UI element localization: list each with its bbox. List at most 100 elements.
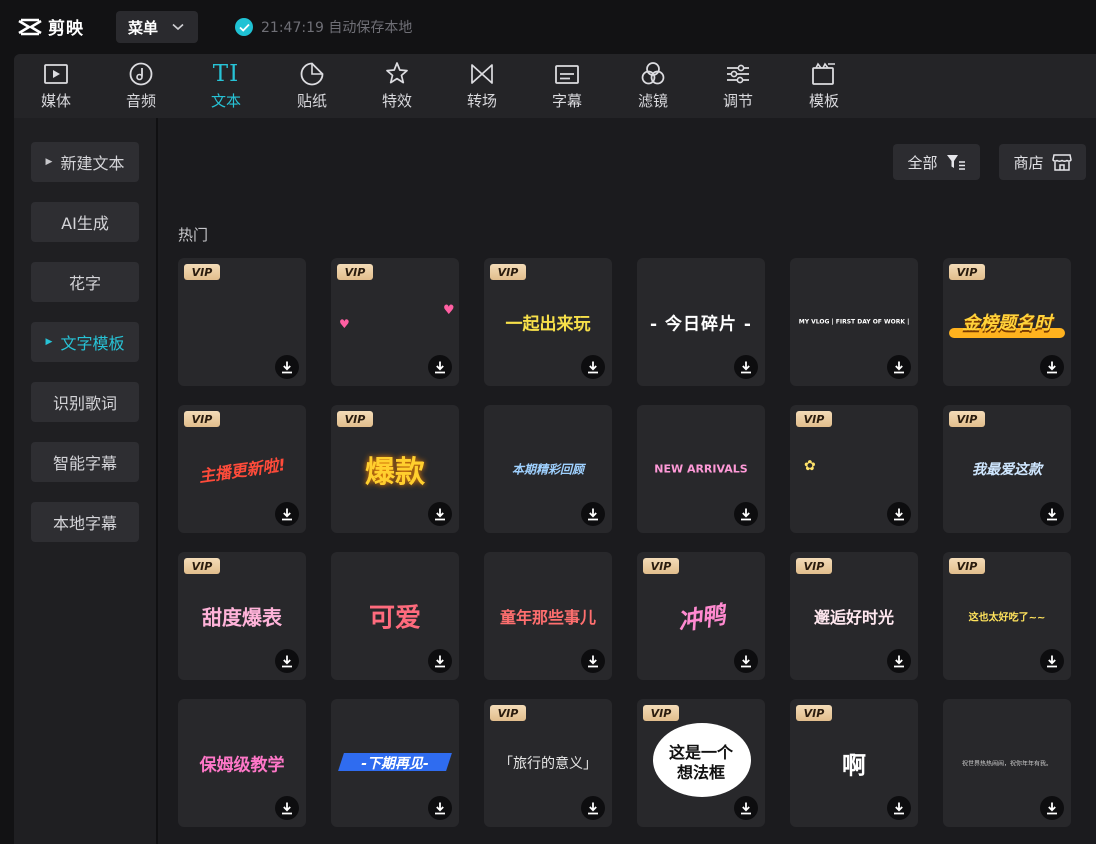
tab-label: 音频 bbox=[125, 92, 156, 110]
download-icon bbox=[435, 802, 445, 815]
tab-filter[interactable]: 滤镜 bbox=[613, 54, 693, 118]
template-preview-text: 我最爱这款 bbox=[972, 462, 1042, 478]
text-template-card[interactable]: -下期再见- bbox=[331, 699, 459, 827]
menu-label: 菜单 bbox=[128, 18, 159, 37]
tab-audio[interactable]: 音频 bbox=[101, 54, 181, 118]
tab-media[interactable]: 媒体 bbox=[16, 54, 96, 118]
tab-template[interactable]: 模板 bbox=[784, 54, 864, 118]
text-template-card[interactable]: - 今日碎片 - bbox=[637, 258, 765, 386]
text-template-card[interactable]: 金榜题名时 VIP bbox=[943, 258, 1071, 386]
text-template-card[interactable]: 这是一个想法框 VIP bbox=[637, 699, 765, 827]
download-icon bbox=[588, 802, 598, 815]
download-button[interactable] bbox=[428, 649, 452, 673]
tab-label: 转场 bbox=[466, 92, 497, 110]
store-label: 商店 bbox=[1013, 153, 1044, 172]
main-panel: 媒体 音频 TI 文本 贴纸 特效 转场 字幕 滤镜 调节 模板 ▶ 新建文本 AI生成花字 ▶ 文字模板识… bbox=[14, 54, 1096, 844]
text-template-card[interactable]: 这也太好吃了~~ VIP bbox=[943, 552, 1071, 680]
text-template-card[interactable]: 祝世界热热闹闹，祝你年年有我。 bbox=[943, 699, 1071, 827]
text-template-card[interactable]: 我最爱这款 VIP bbox=[943, 405, 1071, 533]
download-button[interactable] bbox=[887, 649, 911, 673]
menu-button[interactable]: 菜单 bbox=[116, 11, 198, 43]
download-button[interactable] bbox=[1040, 649, 1064, 673]
download-button[interactable] bbox=[1040, 502, 1064, 526]
text-template-card[interactable]: 冲鸭 VIP bbox=[637, 552, 765, 680]
section-title-hot: 热门 bbox=[178, 226, 209, 244]
template-preview-text: 一起出来玩 bbox=[505, 314, 591, 335]
download-button[interactable] bbox=[581, 502, 605, 526]
download-button[interactable] bbox=[581, 649, 605, 673]
download-icon bbox=[435, 508, 445, 521]
download-icon bbox=[282, 361, 292, 374]
vip-badge: VIP bbox=[184, 411, 220, 427]
text-template-card[interactable]: NEW ARRIVALS bbox=[637, 405, 765, 533]
tab-subtitle[interactable]: 字幕 bbox=[527, 54, 607, 118]
text-template-card[interactable]: VIP bbox=[178, 258, 306, 386]
template-content: 全部 商店 热门 VIP ♥ ♥ VIP 一起出来玩 VIP - 今日碎片 - MY VLOG… bbox=[160, 118, 1096, 844]
download-button[interactable] bbox=[1040, 355, 1064, 379]
text-template-card[interactable]: 爆款 VIP bbox=[331, 405, 459, 533]
template-preview-text: 「旅行的意义」 bbox=[499, 756, 597, 772]
download-button[interactable] bbox=[887, 355, 911, 379]
tab-effects[interactable]: 特效 bbox=[357, 54, 437, 118]
template-preview-text: 爆款 bbox=[365, 455, 425, 490]
download-button[interactable] bbox=[734, 502, 758, 526]
download-button[interactable] bbox=[275, 355, 299, 379]
text-template-card[interactable]: 甜度爆表 VIP bbox=[178, 552, 306, 680]
template-preview-text: 啊 bbox=[842, 751, 866, 780]
download-button[interactable] bbox=[428, 796, 452, 820]
template-preview-text: 这是一个想法框 bbox=[668, 743, 733, 782]
download-button[interactable] bbox=[581, 796, 605, 820]
download-button[interactable] bbox=[275, 796, 299, 820]
text-template-card[interactable]: 可爱 bbox=[331, 552, 459, 680]
sidebar-item[interactable]: ▶ 新建文本 bbox=[31, 142, 139, 182]
download-icon bbox=[1047, 655, 1057, 668]
text-template-card[interactable]: ✿ VIP bbox=[790, 405, 918, 533]
sidebar-item[interactable]: AI生成 bbox=[31, 202, 139, 242]
download-icon bbox=[282, 655, 292, 668]
app-logo: 剪映 bbox=[18, 14, 84, 39]
download-icon bbox=[1047, 508, 1057, 521]
download-button[interactable] bbox=[734, 355, 758, 379]
tab-adjust[interactable]: 调节 bbox=[698, 54, 778, 118]
download-button[interactable] bbox=[275, 502, 299, 526]
sidebar-item[interactable]: ▶ 文字模板 bbox=[31, 322, 139, 362]
download-button[interactable] bbox=[581, 355, 605, 379]
text-template-card[interactable]: 「旅行的意义」 VIP bbox=[484, 699, 612, 827]
download-button[interactable] bbox=[887, 796, 911, 820]
sidebar-item[interactable]: 本地字幕 bbox=[31, 502, 139, 542]
check-icon bbox=[235, 18, 253, 36]
download-button[interactable] bbox=[428, 502, 452, 526]
text-template-card[interactable]: ♥ ♥ VIP bbox=[331, 258, 459, 386]
template-preview-text: 主播更新啦! bbox=[197, 455, 287, 486]
sidebar-item[interactable]: 识别歌词 bbox=[31, 382, 139, 422]
download-icon bbox=[435, 361, 445, 374]
text-template-card[interactable]: 一起出来玩 VIP bbox=[484, 258, 612, 386]
flower-icon: ✿ bbox=[804, 458, 816, 474]
download-button[interactable] bbox=[428, 355, 452, 379]
download-button[interactable] bbox=[734, 796, 758, 820]
download-button[interactable] bbox=[734, 649, 758, 673]
caret-right-icon: ▶ bbox=[45, 157, 53, 167]
download-button[interactable] bbox=[887, 502, 911, 526]
vip-badge: VIP bbox=[643, 705, 679, 721]
download-button[interactable] bbox=[1040, 796, 1064, 820]
chevron-down-icon bbox=[172, 23, 184, 31]
text-template-card[interactable]: 邂逅好时光 VIP bbox=[790, 552, 918, 680]
text-template-card[interactable]: 啊 VIP bbox=[790, 699, 918, 827]
store-button[interactable]: 商店 bbox=[999, 144, 1086, 180]
autosave-text: 21:47:19 自动保存本地 bbox=[261, 20, 413, 36]
text-template-card[interactable]: 本期精彩回顾 bbox=[484, 405, 612, 533]
text-template-card[interactable]: 主播更新啦! VIP bbox=[178, 405, 306, 533]
sidebar-item[interactable]: 花字 bbox=[31, 262, 139, 302]
vip-badge: VIP bbox=[796, 411, 832, 427]
text-template-card[interactable]: 保姆级教学 bbox=[178, 699, 306, 827]
download-button[interactable] bbox=[275, 649, 299, 673]
tab-transition[interactable]: 转场 bbox=[442, 54, 522, 118]
text-template-card[interactable]: 童年那些事儿 bbox=[484, 552, 612, 680]
filter-all-button[interactable]: 全部 bbox=[893, 144, 980, 180]
capcut-logo-icon bbox=[18, 18, 42, 35]
text-template-card[interactable]: MY VLOG | FIRST DAY OF WORK | bbox=[790, 258, 918, 386]
tab-sticker[interactable]: 贴纸 bbox=[272, 54, 352, 118]
tab-text[interactable]: TI 文本 bbox=[186, 54, 266, 118]
sidebar-item[interactable]: 智能字幕 bbox=[31, 442, 139, 482]
